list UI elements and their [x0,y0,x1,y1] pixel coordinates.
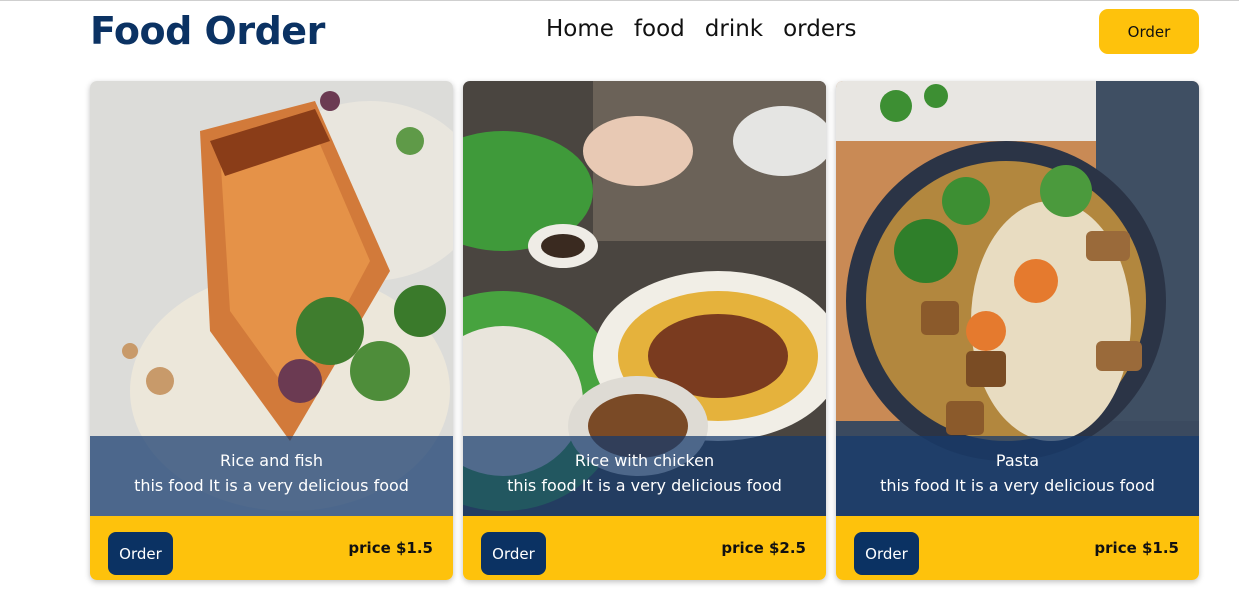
food-card-rice-with-chicken: Rice with chicken this food It is a very… [463,81,826,580]
food-card-pasta: Pasta this food It is a very delicious f… [836,81,1199,580]
order-button[interactable]: Order [481,532,546,575]
order-button[interactable]: Order [108,532,173,575]
card-title: Rice with chicken [574,451,715,470]
price-label: price $1.5 [348,539,433,557]
food-cards: Rice and fish this food It is a very del… [90,81,1199,580]
top-border [0,0,1239,1]
card-caption: Rice and fish this food It is a very del… [90,436,453,516]
food-card-rice-and-fish: Rice and fish this food It is a very del… [90,81,453,580]
order-button[interactable]: Order [854,532,919,575]
header-order-button[interactable]: Order [1099,9,1199,54]
card-title: Pasta [995,451,1040,470]
main-nav: Home food drink orders [546,16,856,42]
card-footer: Order price $1.5 [90,516,453,580]
card-footer: Order price $1.5 [836,516,1199,580]
card-description: this food It is a very delicious food [134,476,409,495]
logo[interactable]: Food Order [90,9,325,53]
card-caption: Pasta this food It is a very delicious f… [836,436,1199,516]
nav-orders[interactable]: orders [783,16,856,42]
card-description: this food It is a very delicious food [507,476,782,495]
card-caption: Rice with chicken this food It is a very… [463,436,826,516]
nav-home[interactable]: Home [546,16,614,42]
card-title: Rice and fish [219,451,324,470]
card-footer: Order price $2.5 [463,516,826,580]
card-description: this food It is a very delicious food [880,476,1155,495]
price-label: price $2.5 [721,539,806,557]
nav-food[interactable]: food [634,16,685,42]
nav-drink[interactable]: drink [705,16,763,42]
price-label: price $1.5 [1094,539,1179,557]
